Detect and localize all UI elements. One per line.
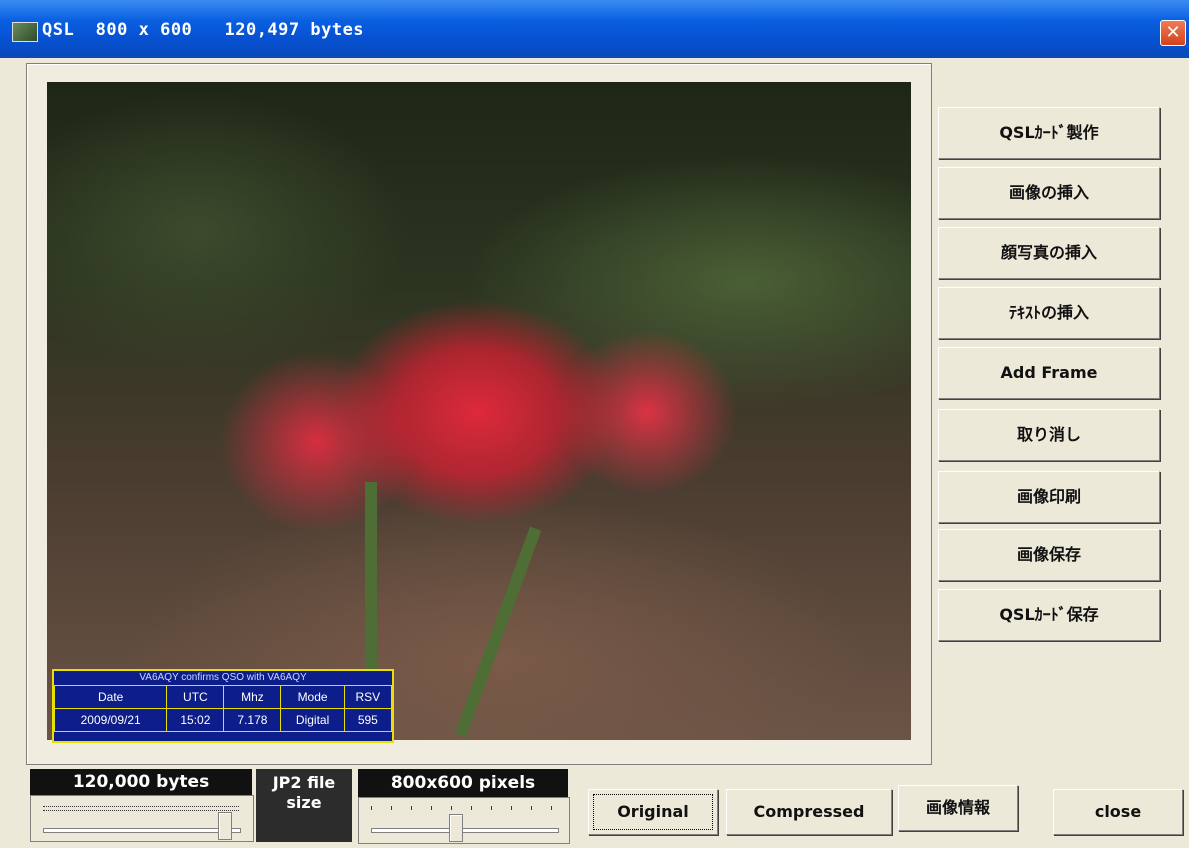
original-button[interactable]: Original [588, 789, 718, 835]
slider-track [371, 828, 559, 833]
insert-image-button[interactable]: 画像の挿入 [938, 167, 1160, 219]
qso-col-rsv: RSV [343, 685, 393, 709]
jp2-caption-line2: size [286, 793, 322, 812]
qso-info-table: VA6AQY confirms QSO with VA6AQY Date UTC… [52, 669, 394, 743]
pixels-slider[interactable] [358, 797, 570, 844]
qso-mode: Digital [280, 708, 345, 732]
qso-col-mhz: Mhz [223, 685, 282, 709]
qso-rsv: 595 [343, 708, 393, 732]
qso-utc: 15:02 [166, 708, 225, 732]
qsl-photo [47, 82, 911, 740]
file-size-label: 120,000 bytes [30, 769, 252, 795]
qso-date: 2009/09/21 [53, 708, 168, 732]
pixels-label: 800x600 pixels [358, 769, 568, 797]
window-title: QSL 800 x 600 120,497 bytes [42, 20, 365, 40]
qso-mhz: 7.178 [223, 708, 282, 732]
qso-header: VA6AQY confirms QSO with VA6AQY [139, 672, 307, 683]
make-qsl-card-button[interactable]: QSLｶｰﾄﾞ製作 [938, 107, 1160, 159]
slider-track [43, 828, 241, 833]
add-frame-button[interactable]: Add Frame [938, 347, 1160, 399]
qso-col-mode: Mode [280, 685, 345, 709]
jp2-caption-line1: JP2 file [272, 773, 336, 792]
jp2-file-size-caption: JP2 file size [256, 769, 352, 842]
insert-face-photo-button[interactable]: 顔写真の挿入 [938, 227, 1160, 279]
flower-stem [454, 526, 542, 738]
insert-text-button[interactable]: ﾃｷｽﾄの挿入 [938, 287, 1160, 339]
title-bar: QSL 800 x 600 120,497 bytes ✕ [0, 0, 1189, 58]
save-image-button[interactable]: 画像保存 [938, 529, 1160, 581]
slider-ticks [371, 806, 557, 810]
app-icon [12, 22, 38, 42]
file-size-slider[interactable] [30, 795, 254, 842]
save-qsl-card-button[interactable]: QSLｶｰﾄﾞ保存 [938, 589, 1160, 641]
window-close-button[interactable]: ✕ [1160, 20, 1186, 46]
qso-col-date: Date [53, 685, 168, 709]
slider-thumb[interactable] [449, 814, 464, 842]
close-button[interactable]: close [1053, 789, 1183, 835]
slider-thumb[interactable] [217, 812, 232, 840]
slider-ticks [43, 806, 239, 811]
image-info-button[interactable]: 画像情報 [898, 785, 1018, 831]
print-image-button[interactable]: 画像印刷 [938, 471, 1160, 523]
compressed-button[interactable]: Compressed [726, 789, 892, 835]
undo-button[interactable]: 取り消し [938, 409, 1160, 461]
qso-col-utc: UTC [166, 685, 225, 709]
